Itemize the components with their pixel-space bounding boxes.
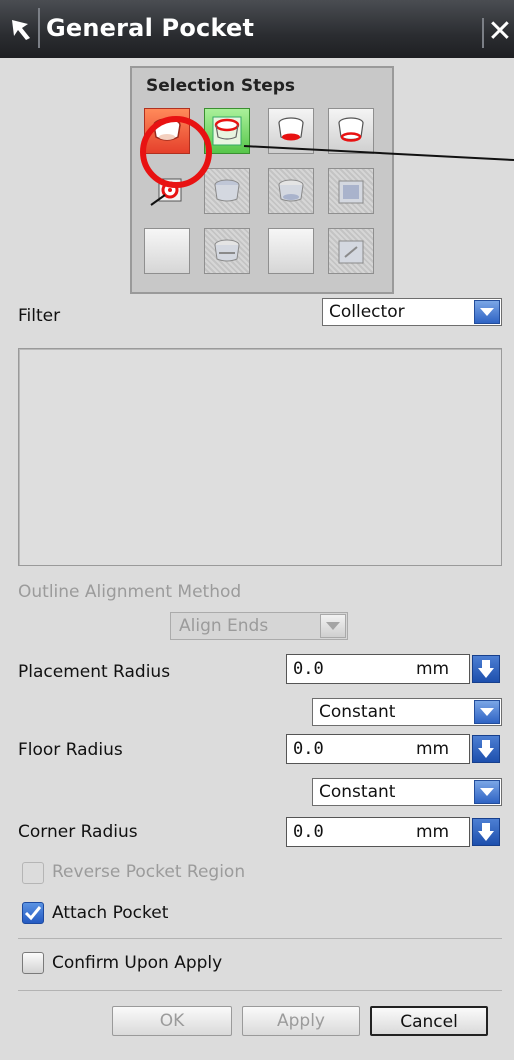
annotation-pointer-line [243,145,514,161]
